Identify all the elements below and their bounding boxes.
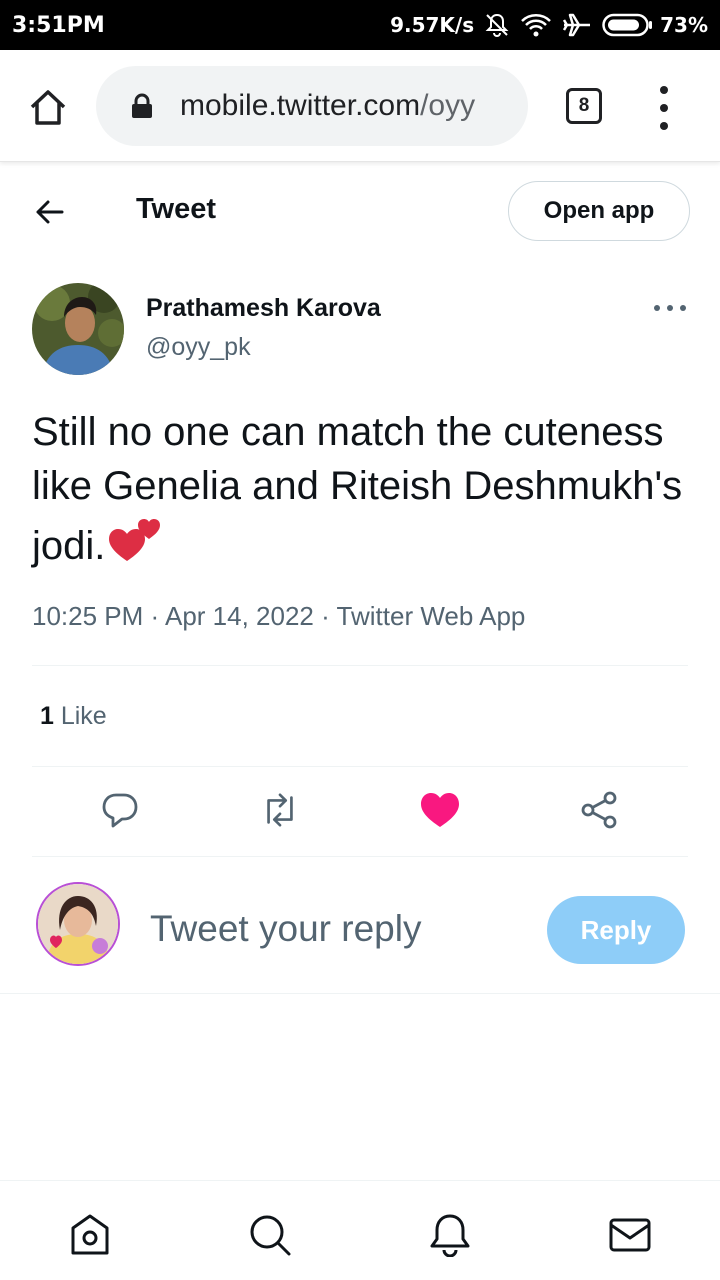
share-icon <box>581 791 617 829</box>
tab-switcher-button[interactable]: 8 <box>566 88 602 124</box>
author-name[interactable]: Prathamesh Karova <box>146 294 381 323</box>
separator: · <box>321 601 337 631</box>
nav-home-button[interactable] <box>68 1213 112 1257</box>
home-outline-icon <box>30 90 66 125</box>
reply-button[interactable]: Reply <box>547 896 685 964</box>
tweet-meta: 10:25 PM · Apr 14, 2022 · Twitter Web Ap… <box>32 601 525 632</box>
nav-notifications-button[interactable] <box>428 1213 472 1257</box>
status-time: 3:51PM <box>12 12 105 38</box>
divider <box>32 766 688 767</box>
author-handle[interactable]: @oyy_pk <box>146 333 251 362</box>
tweet-time[interactable]: 10:25 PM <box>32 601 143 631</box>
divider <box>32 665 688 666</box>
search-icon <box>250 1215 291 1256</box>
airplane-icon <box>562 12 592 38</box>
share-action-button[interactable] <box>580 790 620 830</box>
tweet-date[interactable]: Apr 14, 2022 <box>165 601 314 631</box>
status-bar: 3:51PM 9.57K/s 73% <box>0 0 720 50</box>
retweet-icon <box>267 793 293 827</box>
likes-count-link[interactable]: 1 Like <box>40 702 107 731</box>
avatar-photo <box>32 283 124 375</box>
dot <box>660 122 668 130</box>
divider <box>32 856 688 857</box>
reply-action-button[interactable] <box>100 790 140 830</box>
dot <box>660 104 668 112</box>
user-avatar[interactable] <box>36 882 120 966</box>
tweet-source[interactable]: Twitter Web App <box>337 601 526 631</box>
divider <box>0 993 720 994</box>
two-hearts-emoji-icon <box>107 513 163 579</box>
url-domain: mobile.twitter.com <box>180 89 421 122</box>
like-action-button[interactable] <box>420 790 460 830</box>
home-icon <box>71 1214 109 1255</box>
tweet-text: Still no one can match the cuteness like… <box>32 405 692 579</box>
browser-home-button[interactable] <box>26 86 70 130</box>
open-app-button[interactable]: Open app <box>508 181 690 241</box>
mute-icon <box>484 12 510 38</box>
lock-icon <box>132 93 152 118</box>
dot <box>660 86 668 94</box>
heart-filled-icon <box>421 793 459 827</box>
bottom-navigation <box>0 1180 720 1280</box>
back-arrow-icon <box>36 200 64 224</box>
dot <box>654 305 660 311</box>
address-bar[interactable]: mobile.twitter.com/oyy <box>96 66 528 146</box>
browser-toolbar: mobile.twitter.com/oyy 8 <box>0 50 720 162</box>
url-text: mobile.twitter.com/oyy <box>180 89 475 123</box>
separator: · <box>150 601 165 631</box>
back-button[interactable] <box>32 194 68 230</box>
reply-icon <box>102 793 138 828</box>
network-speed: 9.57K/s <box>390 13 475 37</box>
more-options-button[interactable] <box>654 302 686 314</box>
nav-search-button[interactable] <box>248 1213 292 1257</box>
battery-percent: 73% <box>660 13 708 37</box>
dot <box>680 305 686 311</box>
dot <box>667 305 673 311</box>
likes-label: Like <box>53 702 107 730</box>
retweet-action-button[interactable] <box>260 790 300 830</box>
nav-messages-button[interactable] <box>608 1213 652 1257</box>
wifi-icon <box>520 12 552 38</box>
user-avatar-photo <box>38 884 118 964</box>
messages-icon <box>609 1218 651 1252</box>
battery-icon: 73% <box>602 13 708 37</box>
notifications-icon <box>430 1214 470 1257</box>
likes-count: 1 <box>40 702 54 730</box>
browser-menu-button[interactable] <box>652 86 676 130</box>
reply-input[interactable] <box>150 908 520 950</box>
author-avatar[interactable] <box>32 283 124 375</box>
url-path: /oyy <box>420 89 476 122</box>
page-title: Tweet <box>136 193 217 225</box>
